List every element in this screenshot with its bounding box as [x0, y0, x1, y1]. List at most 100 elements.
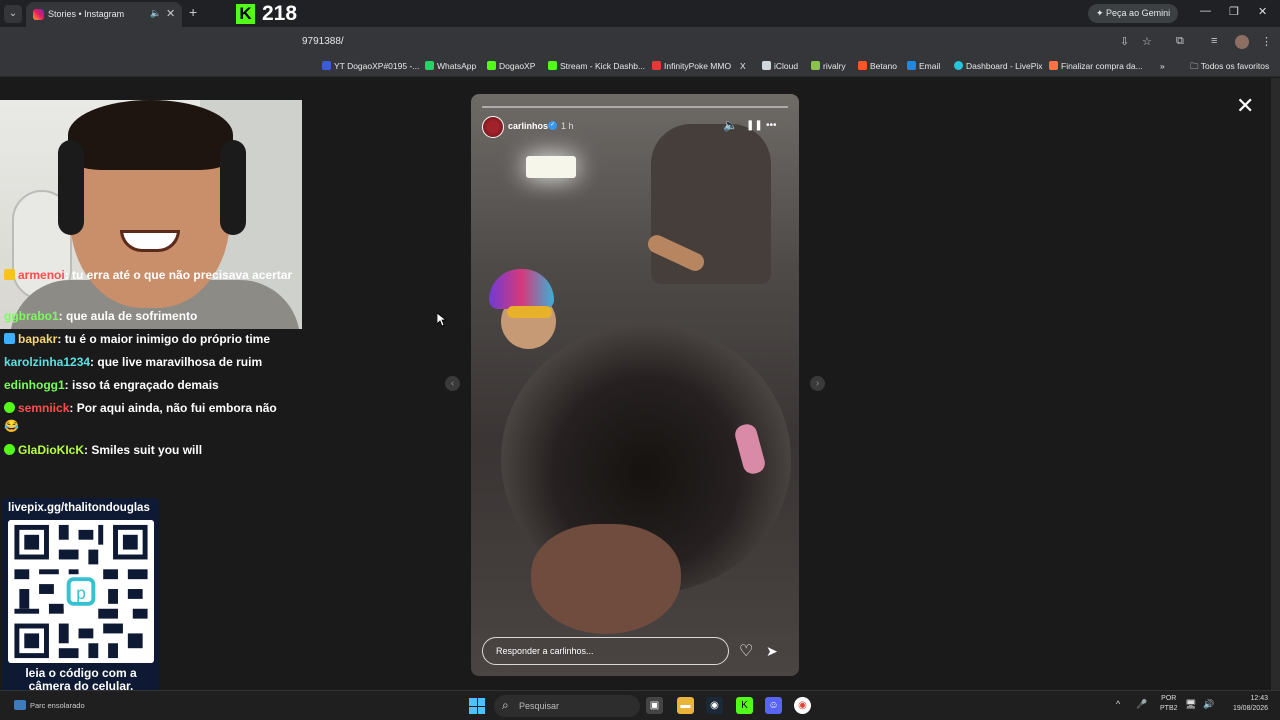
reply-input[interactable]: Responder a carlinhos...: [482, 637, 729, 665]
kick-logo-icon: K: [236, 4, 255, 24]
tab-audio-icon[interactable]: 🔈: [150, 8, 161, 19]
bookmark-item[interactable]: iCloud: [762, 61, 798, 71]
bookmarks-bar: YT DogaoXP#0195 -... WhatsApp DogaoXP St…: [0, 57, 1280, 77]
url-text[interactable]: 9791388/: [302, 36, 344, 47]
network-icon[interactable]: 🖥: [1185, 699, 1196, 710]
all-bookmarks-folder[interactable]: 🗀 Todos os favoritos: [1190, 61, 1269, 75]
steam-icon[interactable]: ◉: [706, 697, 723, 714]
bookmark-item[interactable]: Betano: [858, 61, 897, 71]
screen: ⌄ Stories • Instagram 🔈 ✕ + K 218 ✦ Peça…: [0, 0, 1280, 720]
profile-avatar[interactable]: [1235, 35, 1249, 49]
chat-message: GlaDioKIcK: Smiles suit you will: [4, 441, 294, 459]
microphone-icon[interactable]: 🎤: [1136, 699, 1147, 710]
streamer-hair: [68, 100, 233, 170]
verified-badge-icon: [4, 402, 15, 413]
reply-placeholder: Responder a carlinhos...: [496, 646, 594, 656]
folder-icon: 🗀: [1190, 61, 1201, 71]
browser-tab-strip: ⌄ Stories • Instagram 🔈 ✕ + K 218 ✦ Peça…: [0, 0, 1280, 27]
chat-message: karolzinha1234: que live maravilhosa de …: [4, 355, 263, 369]
install-app-icon[interactable]: ⇩: [1120, 35, 1129, 48]
icloud-icon: [762, 61, 771, 70]
bookmark-item[interactable]: Dashboard - LivePix: [954, 61, 1043, 71]
bookmark-favicon-icon: [322, 61, 331, 70]
bookmark-item[interactable]: rivalry: [811, 61, 846, 71]
more-options-icon[interactable]: •••: [766, 120, 777, 131]
page-scrollbar[interactable]: [1271, 78, 1280, 690]
system-clock[interactable]: 12:43 19/08/2026: [1220, 694, 1268, 714]
weather-widget[interactable]: Parc ensolarado: [14, 700, 85, 710]
qr-code-image: p: [8, 520, 154, 663]
mute-icon[interactable]: 🔈: [723, 118, 738, 132]
tab-title: Stories • Instagram: [48, 9, 125, 19]
bookmark-item[interactable]: Finalizar compra da...: [1049, 61, 1143, 71]
discord-icon[interactable]: ☺: [765, 697, 782, 714]
bookmark-item[interactable]: Stream - Kick Dashb...: [548, 61, 645, 71]
chat-message: bapakr: tu é o maior inimigo do próprio …: [4, 330, 294, 348]
verified-badge-icon: [4, 444, 15, 455]
kick-icon: [548, 61, 557, 70]
webcam-overlay: [0, 100, 302, 329]
bookmark-item[interactable]: Email: [907, 61, 940, 71]
maximize-button[interactable]: ❐: [1229, 5, 1239, 18]
tray-overflow-icon[interactable]: ^: [1116, 699, 1120, 709]
address-bar: 9791388/ ⇩ ☆ ⧉ ≡ ⋮: [0, 27, 1280, 57]
close-window-button[interactable]: ✕: [1258, 5, 1267, 18]
chat-message: edinhogg1: isso tá engraçado demais: [4, 378, 219, 392]
headphone-right: [220, 140, 246, 235]
task-view-icon[interactable]: ▣: [646, 697, 663, 714]
bookmark-item[interactable]: DogaoXP: [487, 61, 535, 71]
gemini-label: Peça ao Gemini: [1106, 8, 1171, 18]
bookmark-item[interactable]: InfinityPoke MMO: [652, 61, 731, 71]
bookmarks-overflow-button[interactable]: »: [1160, 61, 1165, 71]
volume-icon[interactable]: 🔊: [1203, 699, 1214, 710]
minimize-button[interactable]: —: [1200, 5, 1211, 17]
browser-menu-icon[interactable]: ⋮: [1261, 35, 1272, 48]
story-time: 1 h: [561, 121, 574, 131]
email-icon: [907, 61, 916, 70]
instagram-story-page: armenoi: tu erra até o que não precisava…: [0, 78, 1280, 700]
chat-message: armenoi: tu erra até o que não precisava…: [4, 266, 294, 284]
previous-story-button[interactable]: ‹: [445, 376, 460, 391]
sub-badge-icon: [4, 333, 15, 344]
taskbar-search[interactable]: ⌕ Pesquisar: [494, 695, 640, 717]
search-icon: ⌕: [502, 698, 509, 712]
windows-start-icon[interactable]: [469, 698, 485, 714]
story-viewer[interactable]: carlinhos ✓ 1 h 🔈 ❚❚ ••• Responder a car…: [471, 94, 799, 676]
extensions-icon[interactable]: ⧉: [1176, 35, 1184, 48]
close-story-icon[interactable]: ✕: [1236, 95, 1254, 117]
headphone-left: [58, 140, 84, 235]
media-control-icon[interactable]: ≡: [1211, 35, 1217, 47]
kick-icon: [487, 61, 496, 70]
search-placeholder: Pesquisar: [519, 701, 560, 711]
bookmark-item[interactable]: X: [740, 61, 746, 71]
story-progress-bar: [482, 106, 788, 108]
browser-tab-instagram[interactable]: Stories • Instagram 🔈 ✕: [26, 2, 182, 27]
livepix-qr-panel: livepix.gg/thalitondouglas p leia o códi…: [2, 498, 159, 700]
shop-icon: [1049, 61, 1058, 70]
tab-close-icon[interactable]: ✕: [166, 7, 175, 20]
whatsapp-icon: [425, 61, 434, 70]
ceiling-light: [526, 156, 576, 178]
weather-icon: [14, 700, 26, 710]
kick-app-icon[interactable]: K: [736, 697, 753, 714]
crown-badge-icon: [4, 269, 15, 280]
bookmark-star-icon[interactable]: ☆: [1142, 35, 1152, 48]
svg-text:p: p: [76, 583, 86, 603]
new-tab-button[interactable]: +: [189, 4, 197, 20]
story-username[interactable]: carlinhos: [508, 121, 548, 131]
send-icon[interactable]: ➤: [766, 643, 778, 660]
pause-icon[interactable]: ❚❚: [746, 120, 763, 131]
chrome-icon[interactable]: ◉: [794, 697, 811, 714]
next-story-button[interactable]: ›: [810, 376, 825, 391]
tab-search-button[interactable]: ⌄: [4, 5, 22, 23]
livepix-icon: [954, 61, 963, 70]
file-explorer-icon[interactable]: ▬: [677, 697, 694, 714]
story-face-closeup: [531, 524, 681, 634]
input-language[interactable]: POR PTB2: [1160, 694, 1178, 714]
story-user-avatar[interactable]: [482, 116, 504, 138]
bookmark-item[interactable]: YT DogaoXP#0195 -...: [322, 61, 419, 71]
chat-message: ggbrabo1: que aula de sofrimento: [4, 309, 198, 323]
like-heart-icon[interactable]: ♡: [739, 641, 753, 661]
gemini-button[interactable]: ✦ Peça ao Gemini: [1088, 4, 1179, 23]
bookmark-item[interactable]: WhatsApp: [425, 61, 476, 71]
